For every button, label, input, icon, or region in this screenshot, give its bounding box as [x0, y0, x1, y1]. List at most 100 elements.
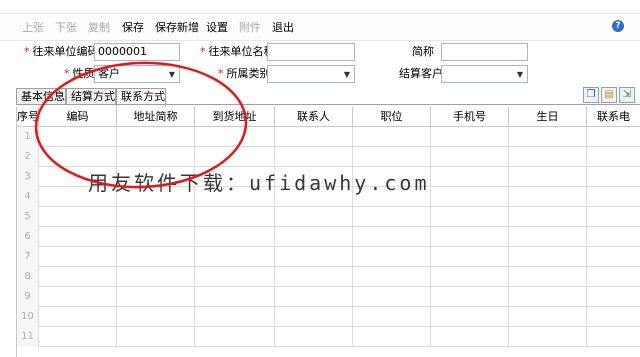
column-header[interactable]: 手机号 [431, 107, 509, 127]
grid-cell[interactable] [431, 327, 509, 347]
next-button[interactable]: 下张 [55, 21, 77, 35]
grid-cell[interactable] [431, 227, 509, 247]
grid-cell[interactable] [431, 127, 509, 147]
grid-cell[interactable] [117, 247, 195, 267]
grid-cell[interactable] [195, 327, 275, 347]
grid-cell[interactable] [353, 307, 431, 327]
grid-cell[interactable] [431, 187, 509, 207]
copy-row-icon[interactable]: ❐ [583, 87, 599, 103]
grid-cell[interactable] [587, 267, 640, 287]
grid-cell[interactable] [587, 187, 640, 207]
tab-settlement[interactable]: 结算方式 [66, 88, 116, 105]
grid-cell[interactable] [117, 227, 195, 247]
grid-cell[interactable] [353, 227, 431, 247]
grid-cell[interactable] [353, 207, 431, 227]
grid-cell[interactable] [587, 327, 640, 347]
grid-cell[interactable] [587, 287, 640, 307]
grid-cell[interactable] [117, 327, 195, 347]
grid-cell[interactable] [509, 127, 587, 147]
grid-cell[interactable] [509, 187, 587, 207]
grid-cell[interactable] [275, 287, 353, 307]
grid-cell[interactable] [195, 127, 275, 147]
column-header[interactable]: 生日 [509, 107, 587, 127]
column-header[interactable]: 地址简称 [117, 107, 195, 127]
grid-cell[interactable] [353, 287, 431, 307]
column-header[interactable]: 序号 [17, 107, 39, 127]
grid-cell[interactable] [117, 307, 195, 327]
grid-cell[interactable] [353, 247, 431, 267]
column-header[interactable]: 职位 [353, 107, 431, 127]
table-row[interactable]: 6 [17, 227, 640, 247]
grid-cell[interactable] [117, 147, 195, 167]
settle-select[interactable]: ▼ [441, 65, 528, 83]
grid-cell[interactable] [39, 227, 117, 247]
grid-cell[interactable] [431, 207, 509, 227]
short-field[interactable] [441, 43, 528, 61]
grid-cell[interactable] [431, 287, 509, 307]
grid-cell[interactable] [509, 267, 587, 287]
tab-basic-info[interactable]: 基本信息 [16, 88, 66, 105]
grid-cell[interactable] [587, 147, 640, 167]
grid-cell[interactable] [275, 247, 353, 267]
grid-cell[interactable] [587, 227, 640, 247]
table-row[interactable]: 2 [17, 147, 640, 167]
grid-cell[interactable] [117, 287, 195, 307]
table-row[interactable]: 11 [17, 327, 640, 347]
table-row[interactable]: 1 [17, 127, 640, 147]
grid-cell[interactable] [509, 227, 587, 247]
grid-cell[interactable] [431, 247, 509, 267]
grid-cell[interactable] [39, 327, 117, 347]
grid-cell[interactable] [509, 207, 587, 227]
column-header[interactable]: 联系电 [587, 107, 640, 127]
grid-cell[interactable] [275, 147, 353, 167]
grid-cell[interactable] [39, 267, 117, 287]
grid-cell[interactable] [39, 127, 117, 147]
grid-cell[interactable] [509, 167, 587, 187]
table-row[interactable]: 7 [17, 247, 640, 267]
grid-cell[interactable] [39, 287, 117, 307]
save-new-button[interactable]: 保存新增 [155, 21, 199, 35]
grid-cell[interactable] [431, 147, 509, 167]
dropdown-arrow-icon[interactable]: ▼ [169, 68, 175, 82]
grid-cell[interactable] [195, 287, 275, 307]
exit-button[interactable]: 退出 [272, 21, 294, 35]
dropdown-arrow-icon[interactable]: ▼ [344, 68, 350, 82]
grid-cell[interactable] [431, 167, 509, 187]
grid-cell[interactable] [353, 327, 431, 347]
grid-cell[interactable] [431, 267, 509, 287]
grid-cell[interactable] [195, 207, 275, 227]
grid-cell[interactable] [587, 247, 640, 267]
grid-cell[interactable] [275, 207, 353, 227]
grid-cell[interactable] [39, 247, 117, 267]
category-select[interactable]: ▼ [267, 65, 355, 83]
export-icon[interactable]: ⇲ [619, 87, 635, 103]
grid-cell[interactable] [353, 147, 431, 167]
settings-button[interactable]: 设置 [206, 21, 228, 35]
grid-cell[interactable] [509, 147, 587, 167]
grid-cell[interactable] [195, 147, 275, 167]
prev-button[interactable]: 上张 [22, 21, 44, 35]
column-header[interactable]: 到货地址 [195, 107, 275, 127]
column-header[interactable]: 编码 [39, 107, 117, 127]
table-row[interactable]: 8 [17, 267, 640, 287]
grid-cell[interactable] [509, 287, 587, 307]
grid-cell[interactable] [275, 227, 353, 247]
grid-cell[interactable] [117, 207, 195, 227]
grid-cell[interactable] [117, 267, 195, 287]
copy-button[interactable]: 复制 [88, 21, 110, 35]
column-header[interactable]: 联系人 [275, 107, 353, 127]
save-button[interactable]: 保存 [122, 21, 144, 35]
table-row[interactable]: 10 [17, 307, 640, 327]
grid-cell[interactable] [587, 307, 640, 327]
grid-cell[interactable] [509, 307, 587, 327]
grid-cell[interactable] [195, 267, 275, 287]
nature-select[interactable]: 客户 ▼ [94, 65, 180, 83]
grid-cell[interactable] [195, 247, 275, 267]
table-row[interactable]: 9 [17, 287, 640, 307]
grid-cell[interactable] [117, 127, 195, 147]
grid-cell[interactable] [587, 167, 640, 187]
grid-cell[interactable] [275, 127, 353, 147]
grid-cell[interactable] [195, 307, 275, 327]
attach-button[interactable]: 附件 [239, 21, 261, 35]
grid-cell[interactable] [431, 307, 509, 327]
